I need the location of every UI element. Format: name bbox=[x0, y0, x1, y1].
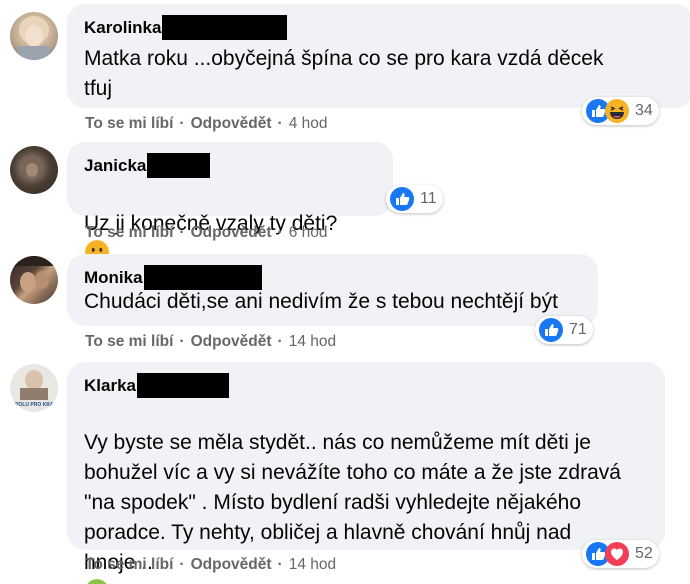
redaction-bar bbox=[162, 15, 288, 40]
redaction-bar bbox=[136, 373, 229, 398]
timestamp[interactable]: 14 hod bbox=[289, 556, 336, 574]
love-icon bbox=[605, 542, 629, 566]
comment-bubble: Janicka Uz ji konečně vzaly ty děti? bbox=[67, 142, 393, 264]
avatar[interactable]: SPOLU PRO KRAJ bbox=[10, 364, 58, 412]
comment-actions: To se mi líbí · Odpovědět · 14 hod bbox=[85, 556, 337, 574]
reply-link[interactable]: Odpovědět bbox=[191, 556, 272, 574]
reply-link[interactable]: Odpovědět bbox=[191, 333, 272, 351]
reaction-count: 34 bbox=[635, 102, 653, 119]
avatar[interactable] bbox=[10, 146, 58, 194]
reaction-count: 71 bbox=[569, 321, 587, 338]
avatar[interactable] bbox=[10, 256, 58, 304]
like-icon bbox=[539, 318, 563, 342]
like-link[interactable]: To se mi líbí bbox=[85, 333, 173, 351]
comment-author[interactable]: Janicka bbox=[84, 153, 211, 178]
comment-actions: To se mi líbí · Odpovědět · 6 hod bbox=[85, 224, 328, 242]
haha-icon bbox=[605, 99, 629, 123]
avatar-caption: SPOLU PRO KRAJ bbox=[12, 402, 57, 408]
redaction-bar bbox=[147, 153, 211, 178]
reactions-summary[interactable]: 52 bbox=[582, 540, 659, 568]
like-link[interactable]: To se mi líbí bbox=[85, 556, 173, 574]
comment-bubble: Karolinka Matka roku ...obyčejná špína c… bbox=[67, 4, 690, 108]
comment-actions: To se mi líbí · Odpovědět · 14 hod bbox=[85, 333, 337, 351]
reply-link[interactable]: Odpovědět bbox=[191, 115, 272, 133]
comment-bubble: Monika Chudáci děti,se ani nedivím že s … bbox=[67, 254, 598, 326]
timestamp[interactable]: 14 hod bbox=[289, 333, 336, 351]
comment-author[interactable]: Karolinka bbox=[84, 15, 288, 40]
reactions-summary[interactable]: 34 bbox=[582, 97, 659, 125]
like-icon bbox=[390, 187, 414, 211]
timestamp[interactable]: 6 hod bbox=[289, 224, 328, 242]
comment-text: Matka roku ...obyčejná špína co se pro k… bbox=[84, 47, 604, 100]
like-link[interactable]: To se mi líbí bbox=[85, 224, 173, 242]
comment-text: Chudáci děti,se ani nedivím že s tebou n… bbox=[84, 290, 558, 313]
nauseated-face-emoji-icon bbox=[87, 579, 107, 584]
reactions-summary[interactable]: 71 bbox=[535, 316, 593, 344]
comment-bubble: Klarka Vy byste se měla stydět.. nás co … bbox=[67, 362, 665, 584]
comment-author[interactable]: Klarka bbox=[84, 373, 229, 398]
reactions-summary[interactable]: 11 bbox=[386, 185, 443, 213]
avatar[interactable] bbox=[10, 12, 58, 60]
reaction-count: 11 bbox=[420, 190, 437, 207]
reaction-count: 52 bbox=[635, 545, 653, 562]
timestamp[interactable]: 4 hod bbox=[289, 115, 328, 133]
like-link[interactable]: To se mi líbí bbox=[85, 115, 173, 133]
comment-actions: To se mi líbí · Odpovědět · 4 hod bbox=[85, 115, 328, 133]
reply-link[interactable]: Odpovědět bbox=[191, 224, 272, 242]
